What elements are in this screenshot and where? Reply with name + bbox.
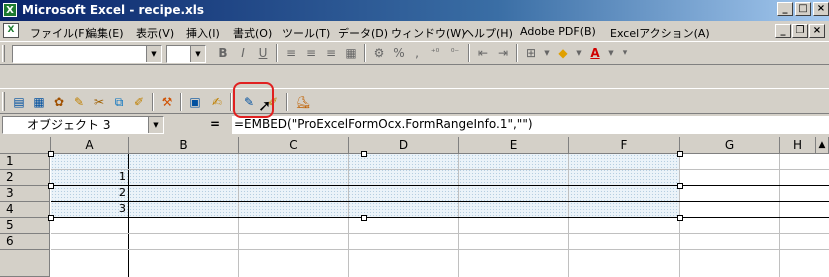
- column-header[interactable]: B: [129, 137, 239, 154]
- align-left-icon[interactable]: ≡: [282, 44, 300, 62]
- menu-tools[interactable]: ツール(T): [282, 25, 330, 41]
- maximize-button[interactable]: □: [795, 2, 811, 16]
- settings-icon[interactable]: ⚒: [158, 93, 176, 111]
- row-header[interactable]: 4: [0, 202, 50, 218]
- window-icon[interactable]: ⧉: [110, 93, 128, 111]
- doc-restore-button[interactable]: ❐: [792, 24, 808, 38]
- row-header-overflow: [0, 250, 50, 277]
- underline-button[interactable]: U: [254, 44, 272, 62]
- row-header[interactable]: 6: [0, 234, 50, 250]
- formula-input[interactable]: =EMBED("ProExcelFormOcx.FormRangeInfo.1"…: [232, 116, 829, 134]
- increase-decimal-icon[interactable]: ⁺⁰: [426, 44, 444, 62]
- row-header[interactable]: 5: [0, 218, 50, 234]
- cell-a4-value: 3: [119, 202, 126, 215]
- menu-format[interactable]: 書式(O): [233, 25, 272, 41]
- edit-range-icon[interactable]: ✎: [70, 93, 88, 111]
- select-all-corner[interactable]: [0, 137, 51, 154]
- column-header[interactable]: H: [780, 137, 816, 154]
- embedded-range-object[interactable]: [51, 154, 680, 218]
- menu-data[interactable]: データ(D): [338, 25, 388, 41]
- table-icon[interactable]: ▦: [30, 93, 48, 111]
- pushpin-icon[interactable]: ⛸: [294, 93, 312, 111]
- toolbar-grip[interactable]: [2, 92, 5, 111]
- menu-insert[interactable]: 挿入(I): [186, 25, 220, 41]
- document-icon[interactable]: X: [3, 23, 19, 38]
- column-header[interactable]: E: [459, 137, 569, 154]
- formatting-toolbar: ▼ ▼ B I U ≡ ≡ ≡ ▦ ⚙ % , ⁺⁰ ⁰⁻ ⇤ ⇥ ⊞ ▼ ◆ …: [0, 41, 829, 65]
- chevron-down-icon[interactable]: ▼: [148, 117, 163, 133]
- increase-indent-icon[interactable]: ⇥: [494, 44, 512, 62]
- resize-handle[interactable]: [677, 183, 683, 189]
- row-header[interactable]: 2: [0, 170, 50, 186]
- title-bar: X Microsoft Excel - recipe.xls _ □ ×: [0, 0, 829, 21]
- menu-bar: X ファイル(F) 編集(E) 表示(V) 挿入(I) 書式(O) ツール(T)…: [0, 21, 829, 41]
- resize-handle[interactable]: [48, 151, 54, 157]
- window-title: Microsoft Excel - recipe.xls: [22, 3, 205, 17]
- clipboard-icon[interactable]: ✂: [90, 93, 108, 111]
- comma-button[interactable]: ,: [408, 44, 426, 62]
- resize-handle[interactable]: [361, 215, 367, 221]
- mouse-cursor-icon: ➚: [258, 96, 272, 115]
- scroll-up-icon[interactable]: ▲: [816, 137, 829, 154]
- column-header[interactable]: C: [239, 137, 349, 154]
- control-toolbar: ▤ ▦ ✿ ✎ ✂ ⧉ ✐ ⚒ ▣ ✍ ✎ ✐ ⛸: [0, 88, 829, 114]
- decrease-indent-icon[interactable]: ⇤: [474, 44, 492, 62]
- toolbar-grip[interactable]: [2, 45, 5, 62]
- decrease-decimal-icon[interactable]: ⁰⁻: [446, 44, 464, 62]
- bold-button[interactable]: B: [214, 44, 232, 62]
- row-header[interactable]: 3: [0, 186, 50, 202]
- document-window-controls: _ ❐ ×: [775, 24, 825, 38]
- resize-handle[interactable]: [48, 183, 54, 189]
- column-header[interactable]: A: [51, 137, 129, 154]
- palette-icon[interactable]: ✿: [50, 93, 68, 111]
- equals-icon[interactable]: =: [210, 117, 220, 131]
- worksheet-grid: A B C D E F G H ▲ 1 2 3 4 5 6 1 2 3 1 2 …: [0, 137, 829, 277]
- chevron-down-icon[interactable]: ▼: [146, 46, 161, 62]
- excel-app-icon[interactable]: X: [3, 3, 17, 17]
- align-right-icon[interactable]: ≡: [322, 44, 340, 62]
- cell-a3-value: 2: [119, 186, 126, 199]
- resize-handle[interactable]: [677, 151, 683, 157]
- resize-handle[interactable]: [361, 151, 367, 157]
- font-name-combo[interactable]: ▼: [12, 45, 162, 63]
- close-button[interactable]: ×: [813, 2, 829, 16]
- percent-button[interactable]: %: [390, 44, 408, 62]
- menu-file[interactable]: ファイル(F): [30, 25, 89, 41]
- window-controls: _ □ ×: [777, 2, 829, 16]
- cell-a2-value: 1: [119, 170, 126, 183]
- doc-minimize-button[interactable]: _: [775, 24, 791, 38]
- menu-excel-action[interactable]: Excelアクション(A): [610, 25, 710, 41]
- column-header[interactable]: G: [680, 137, 780, 154]
- name-box[interactable]: オブジェクト 3 ▼: [2, 116, 164, 134]
- font-size-combo[interactable]: ▼: [166, 45, 206, 63]
- menu-view[interactable]: 表示(V): [136, 25, 174, 41]
- italic-button[interactable]: I: [234, 44, 252, 62]
- row-header[interactable]: 1: [0, 154, 50, 170]
- menu-edit[interactable]: 編集(E): [86, 25, 124, 41]
- toolbar-options-icon[interactable]: ▾: [616, 44, 634, 62]
- align-center-icon[interactable]: ≡: [302, 44, 320, 62]
- menu-window[interactable]: ウィンドウ(W): [391, 25, 465, 41]
- resize-handle[interactable]: [48, 215, 54, 221]
- doc-close-button[interactable]: ×: [809, 24, 825, 38]
- minimize-button[interactable]: _: [777, 2, 793, 16]
- resize-handle[interactable]: [677, 215, 683, 221]
- menu-adobe-pdf[interactable]: Adobe PDF(B): [520, 25, 596, 38]
- column-header[interactable]: F: [569, 137, 680, 154]
- name-box-value: オブジェクト 3: [27, 118, 111, 132]
- merge-center-icon[interactable]: ▦: [342, 44, 360, 62]
- chevron-down-icon[interactable]: ▼: [190, 46, 205, 62]
- range-info-icon[interactable]: ▣: [186, 93, 204, 111]
- menu-help[interactable]: ヘルプ(H): [463, 25, 513, 41]
- form-icon[interactable]: ▤: [10, 93, 28, 111]
- edit-icon[interactable]: ✍: [208, 93, 226, 111]
- formula-bar: オブジェクト 3 ▼ = =EMBED("ProExcelFormOcx.For…: [0, 114, 829, 136]
- properties-icon[interactable]: ✐: [130, 93, 148, 111]
- currency-icon[interactable]: ⚙: [370, 44, 388, 62]
